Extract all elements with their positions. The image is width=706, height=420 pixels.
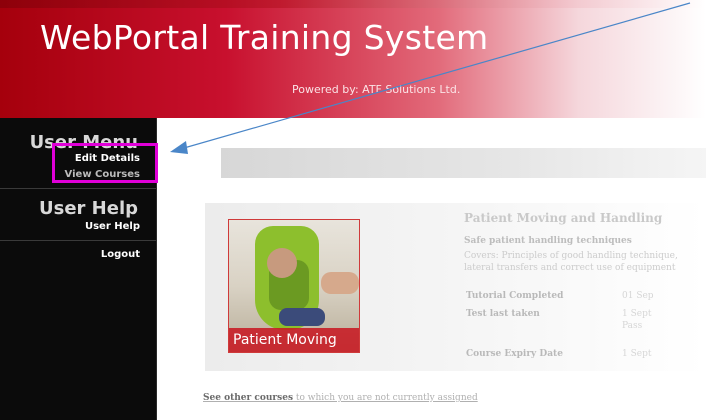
arrow-head-icon: [170, 141, 188, 154]
arrow-line: [183, 2, 691, 149]
annotation-arrow: [170, 2, 691, 154]
